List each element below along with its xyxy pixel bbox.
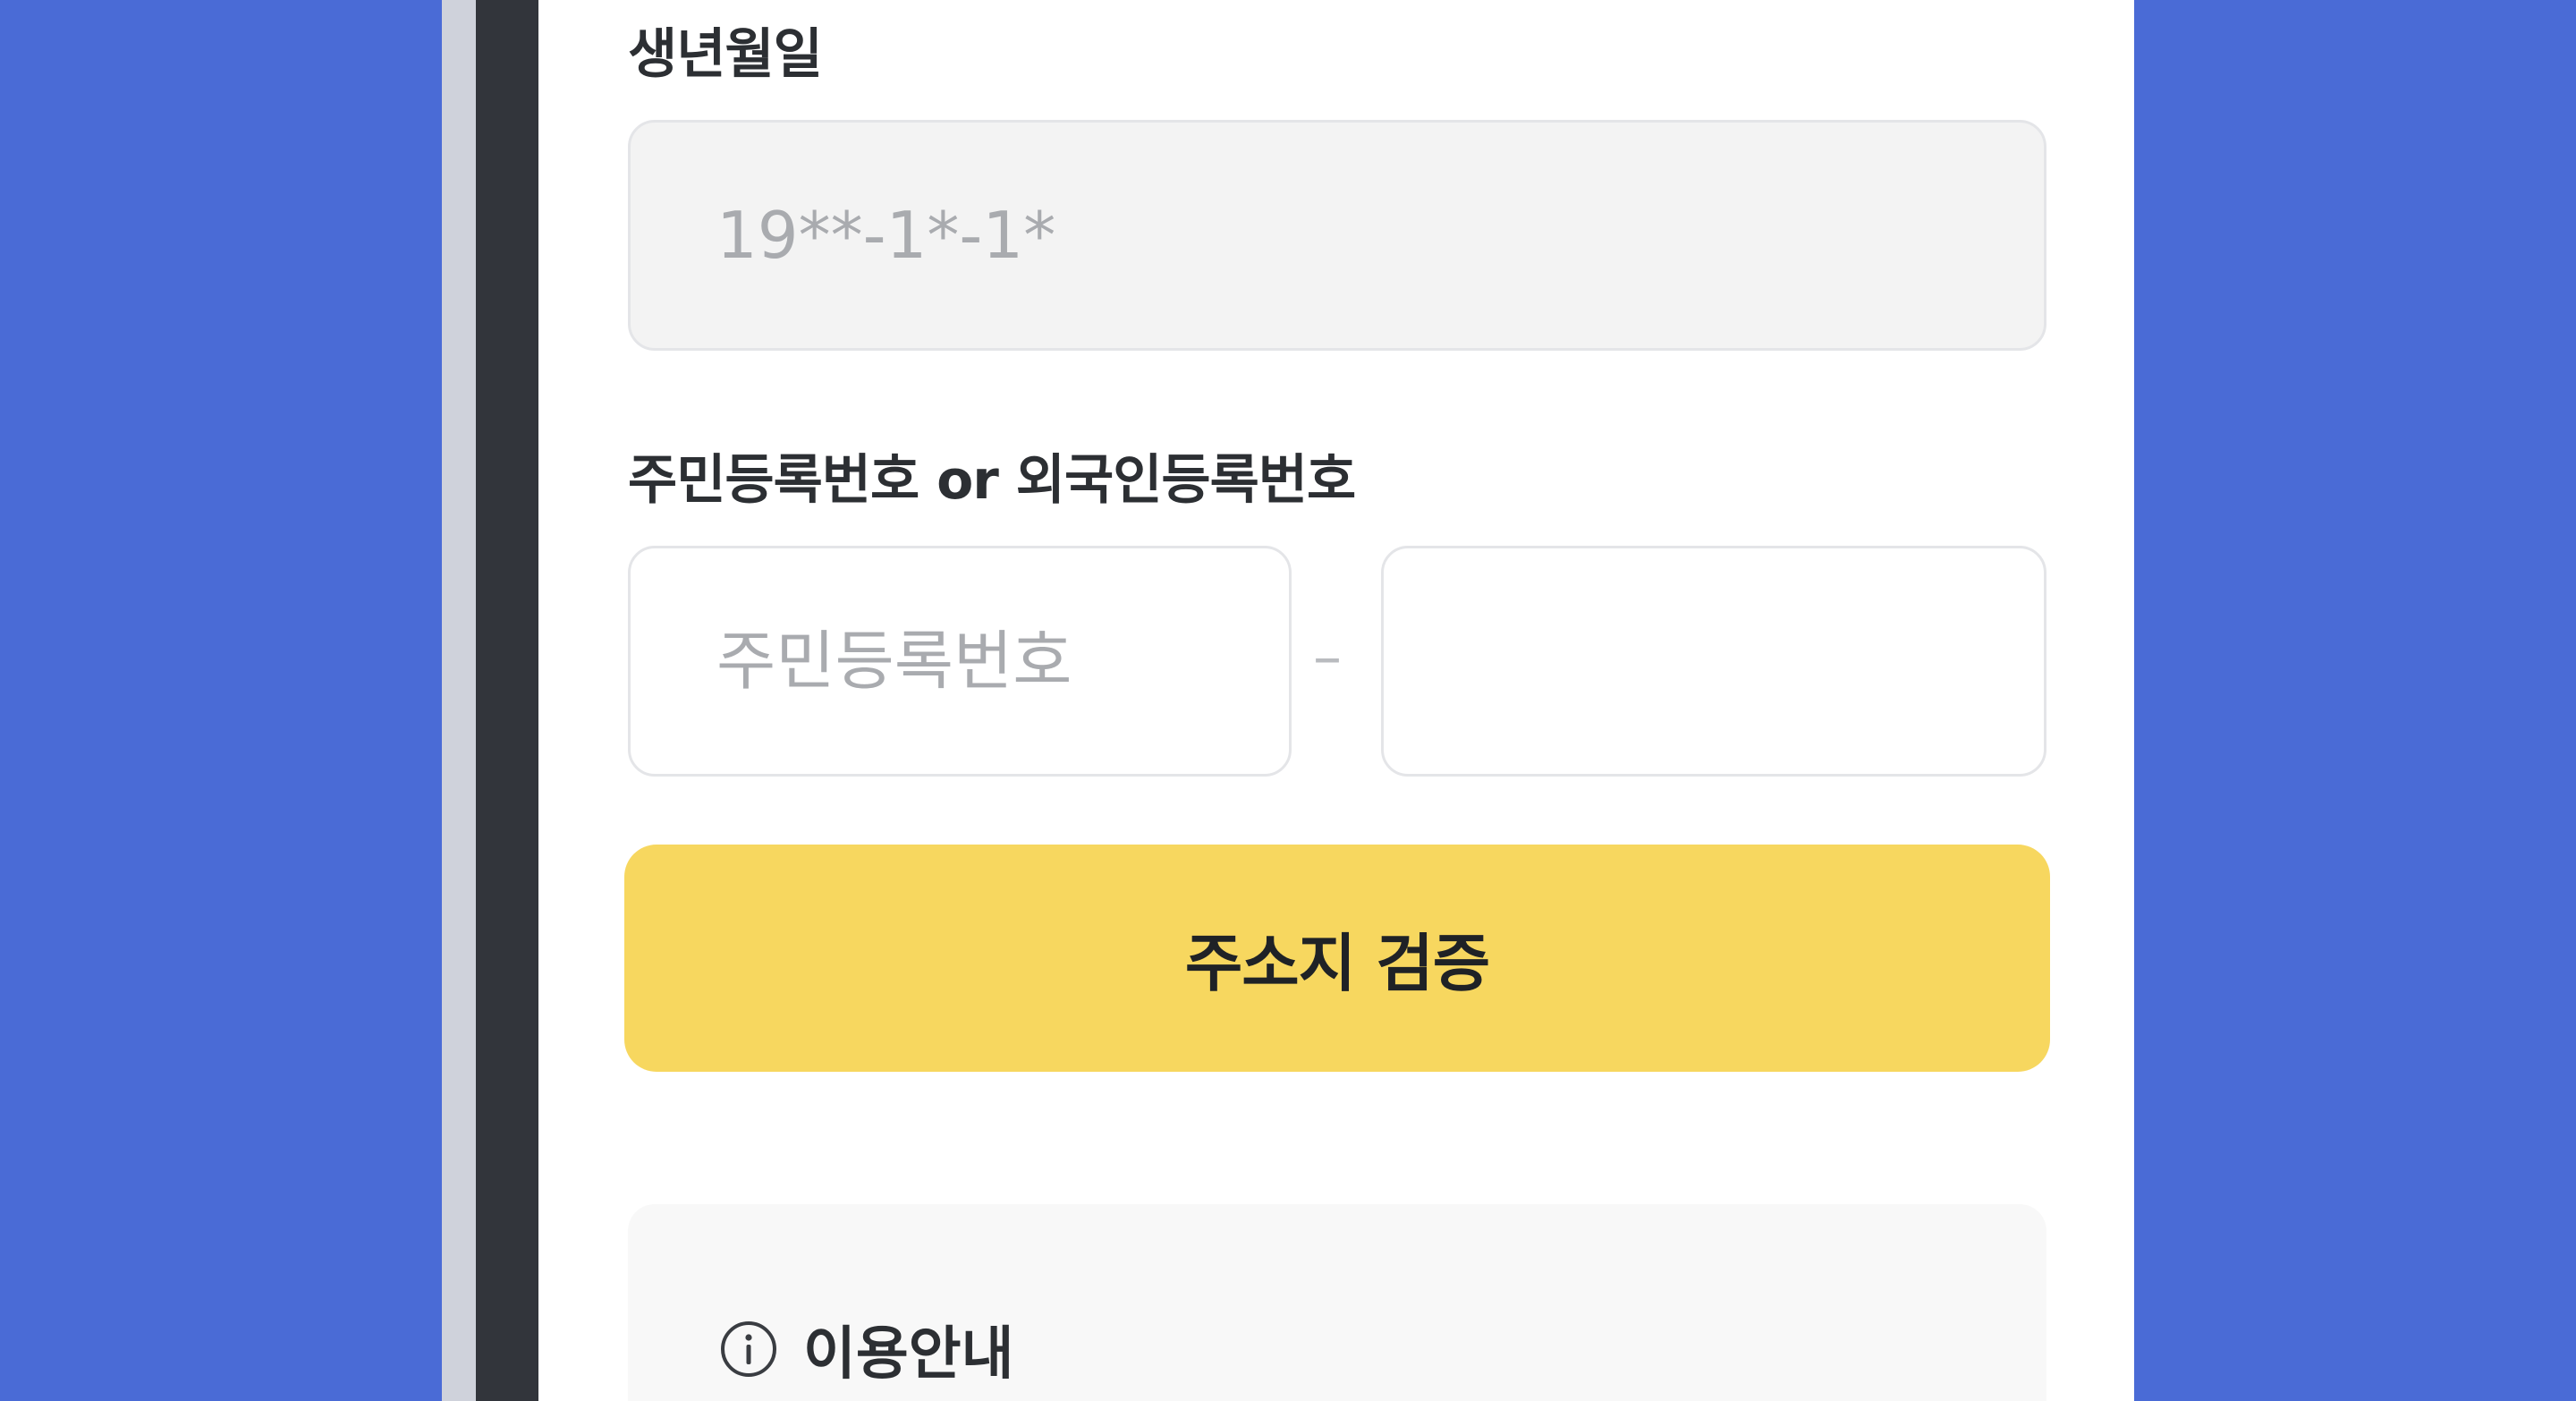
resident-id-back-input[interactable] — [1470, 548, 2044, 774]
screen-content: 생년월일 19**-1*-1* 주민등록번호 or 외국인등록번호 – 주소지 … — [538, 0, 2134, 1401]
info-title-text: 이용안내 — [803, 1321, 1014, 1388]
resident-id-front-field[interactable] — [628, 546, 1292, 777]
resident-id-back-field[interactable] — [1381, 546, 2046, 777]
verify-address-button[interactable]: 주소지 검증 — [624, 845, 2050, 1072]
birth-date-label: 생년월일 — [628, 23, 823, 86]
verify-address-button-label: 주소지 검증 — [1184, 926, 1490, 1000]
info-circle-icon — [719, 1320, 778, 1379]
info-title: 이용안내 — [719, 1308, 1014, 1390]
id-separator: – — [1313, 624, 1342, 691]
resident-id-front-input[interactable] — [716, 548, 1289, 774]
birth-date-field: 19**-1*-1* — [628, 120, 2046, 351]
birth-date-value: 19**-1*-1* — [716, 198, 1056, 273]
resident-id-label: 주민등록번호 or 외국인등록번호 — [628, 449, 1356, 512]
